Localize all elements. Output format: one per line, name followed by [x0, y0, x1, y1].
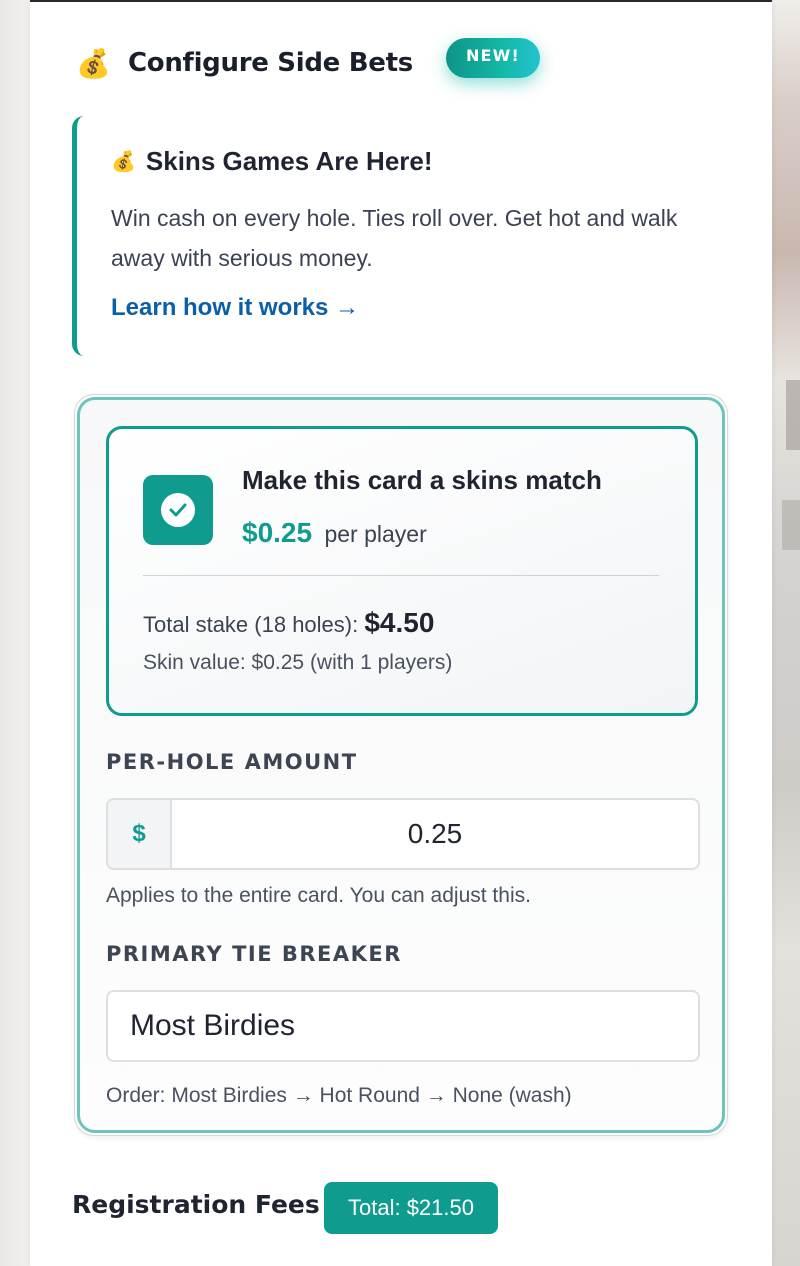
skins-settings-card: Make this card a skins match $0.25 per p… [74, 394, 728, 1136]
currency-prefix: $ [108, 800, 172, 868]
page-background-right [772, 0, 800, 1266]
per-player-price: $0.25 per player [242, 517, 427, 549]
tie-breaker-select[interactable]: Most Birdies [106, 990, 700, 1062]
stake-amount: $4.50 [364, 607, 435, 638]
page-background-left [0, 0, 30, 1266]
tie-breaker-order-text: Order: Most Birdies → Hot Round → None (… [106, 1084, 572, 1107]
skins-match-label: Make this card a skins match [242, 465, 602, 495]
tie-breaker-label: PRIMARY TIE BREAKER [106, 942, 402, 966]
money-bag-icon: 💰 [76, 47, 111, 79]
price-suffix: per player [324, 521, 427, 547]
promo-heading: 💰 Skins Games Are Here! [111, 146, 433, 177]
panel-header: 💰 Configure Side Bets [76, 38, 413, 88]
promo-title: Skins Games Are Here! [145, 146, 433, 176]
background-decoration [782, 500, 800, 550]
page-title: Configure Side Bets [128, 48, 413, 78]
registration-fees-title: Registration Fees [72, 1190, 320, 1219]
skins-match-checkbox[interactable] [143, 475, 213, 545]
per-hole-amount-label: PER-HOLE AMOUNT [106, 750, 358, 774]
skins-settings-inner: Make this card a skins match $0.25 per p… [77, 397, 725, 1133]
skin-value-text: Skin value: $0.25 (with 1 players) [143, 651, 453, 674]
skins-promo-callout: 💰 Skins Games Are Here! Win cash on ever… [72, 116, 712, 356]
stake-label: Total stake (18 holes): [143, 612, 359, 637]
new-badge: NEW! [446, 38, 540, 78]
divider [143, 575, 659, 576]
registration-total-badge: Total: $21.50 [324, 1182, 498, 1234]
per-hole-amount-value[interactable]: 0.25 [172, 800, 698, 868]
side-bets-panel: 💰 Configure Side Bets NEW! 💰 Skins Games… [30, 0, 772, 1266]
per-hole-helper-text: Applies to the entire card. You can adju… [106, 884, 531, 907]
skins-match-toggle-box[interactable]: Make this card a skins match $0.25 per p… [106, 426, 698, 716]
money-bag-icon: 💰 [111, 151, 136, 173]
panel-top-edge [30, 0, 772, 2]
learn-how-link[interactable]: Learn how it works → [111, 294, 359, 322]
price-amount: $0.25 [242, 517, 313, 548]
background-decoration [786, 380, 800, 450]
promo-description: Win cash on every hole. Ties roll over. … [111, 205, 678, 271]
per-hole-amount-input[interactable]: $ 0.25 [106, 798, 700, 870]
total-stake: Total stake (18 holes): $4.50 [143, 607, 434, 639]
checkmark-icon [161, 493, 195, 527]
